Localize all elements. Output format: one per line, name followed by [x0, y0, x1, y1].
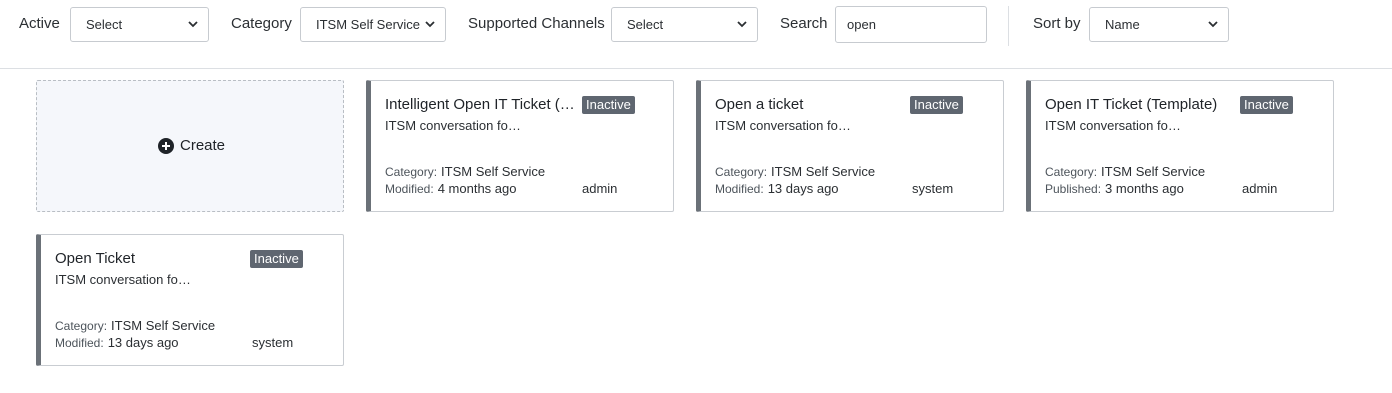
- card-date: Modified: 4 months ago: [385, 181, 516, 196]
- plus-circle-icon: [158, 137, 174, 154]
- category-key: Category:: [715, 165, 768, 179]
- category-key: Category:: [55, 319, 108, 333]
- card-category: Category: ITSM Self Service: [385, 164, 545, 179]
- channels-filter-value: Select: [627, 17, 664, 32]
- category-filter-label: Category: [231, 15, 292, 32]
- search-input[interactable]: [835, 6, 987, 43]
- card-category: Category: ITSM Self Service: [1045, 164, 1205, 179]
- category-value: ITSM Self Service: [1101, 164, 1206, 179]
- status-badge: Inactive: [582, 96, 635, 114]
- conversation-card[interactable]: Open a ticket Inactive ITSM conversation…: [696, 80, 1004, 212]
- date-key: Modified:: [55, 336, 104, 350]
- card-title: Open Ticket: [55, 250, 136, 267]
- category-filter-select[interactable]: ITSM Self Service: [300, 7, 446, 42]
- chevron-down-icon: [737, 21, 747, 28]
- category-key: Category:: [1045, 165, 1098, 179]
- create-label: Create: [180, 137, 226, 154]
- card-description: ITSM conversation fo…: [1045, 118, 1181, 133]
- card-date: Published: 3 months ago: [1045, 181, 1184, 196]
- channels-filter-select[interactable]: Select: [611, 7, 758, 42]
- create-card[interactable]: Create: [36, 80, 344, 212]
- card-date: Modified: 13 days ago: [55, 335, 179, 350]
- status-badge: Inactive: [1240, 96, 1293, 114]
- chevron-down-icon: [1208, 21, 1218, 28]
- search-label: Search: [780, 15, 828, 32]
- conversation-card[interactable]: Open IT Ticket (Template) Inactive ITSM …: [1026, 80, 1334, 212]
- card-owner: admin: [582, 181, 618, 196]
- date-key: Modified:: [385, 182, 434, 196]
- active-filter-label: Active: [19, 15, 60, 32]
- date-value: 3 months ago: [1105, 181, 1184, 196]
- card-owner: admin: [1242, 181, 1278, 196]
- date-value: 13 days ago: [767, 181, 839, 196]
- category-key: Category:: [385, 165, 438, 179]
- conversation-card[interactable]: Intelligent Open IT Ticket (… Inactive I…: [366, 80, 674, 212]
- channels-filter-label: Supported Channels: [468, 15, 605, 32]
- active-filter-value: Select: [86, 17, 123, 32]
- conversation-card[interactable]: Open Ticket Inactive ITSM conversation f…: [36, 234, 344, 366]
- sort-label: Sort by: [1033, 15, 1081, 32]
- category-value: ITSM Self Service: [111, 318, 216, 333]
- category-value: ITSM Self Service: [771, 164, 876, 179]
- category-filter-value: ITSM Self Service: [316, 17, 421, 32]
- date-value: 13 days ago: [107, 335, 179, 350]
- sort-value: Name: [1105, 17, 1140, 32]
- chevron-down-icon: [188, 21, 198, 28]
- card-category: Category: ITSM Self Service: [715, 164, 875, 179]
- date-key: Published:: [1045, 182, 1102, 196]
- date-value: 4 months ago: [437, 181, 517, 196]
- card-date: Modified: 13 days ago: [715, 181, 839, 196]
- card-title: Open IT Ticket (Template): [1045, 96, 1218, 113]
- card-description: ITSM conversation fo…: [715, 118, 851, 133]
- card-title: Open a ticket: [715, 96, 804, 113]
- card-owner: system: [252, 335, 294, 350]
- sort-select[interactable]: Name: [1089, 7, 1229, 42]
- category-value: ITSM Self Service: [441, 164, 546, 179]
- card-title: Intelligent Open IT Ticket (…: [385, 96, 575, 113]
- filter-bar: Active Select Category ITSM Self Service…: [0, 0, 1392, 69]
- status-badge: Inactive: [250, 250, 303, 268]
- card-description: ITSM conversation fo…: [385, 118, 521, 133]
- card-description: ITSM conversation fo…: [55, 272, 191, 287]
- chevron-down-icon: [425, 21, 435, 28]
- status-badge: Inactive: [910, 96, 963, 114]
- card-category: Category: ITSM Self Service: [55, 318, 215, 333]
- active-filter-select[interactable]: Select: [70, 7, 209, 42]
- filter-divider: [1008, 6, 1009, 46]
- date-key: Modified:: [715, 182, 764, 196]
- card-owner: system: [912, 181, 954, 196]
